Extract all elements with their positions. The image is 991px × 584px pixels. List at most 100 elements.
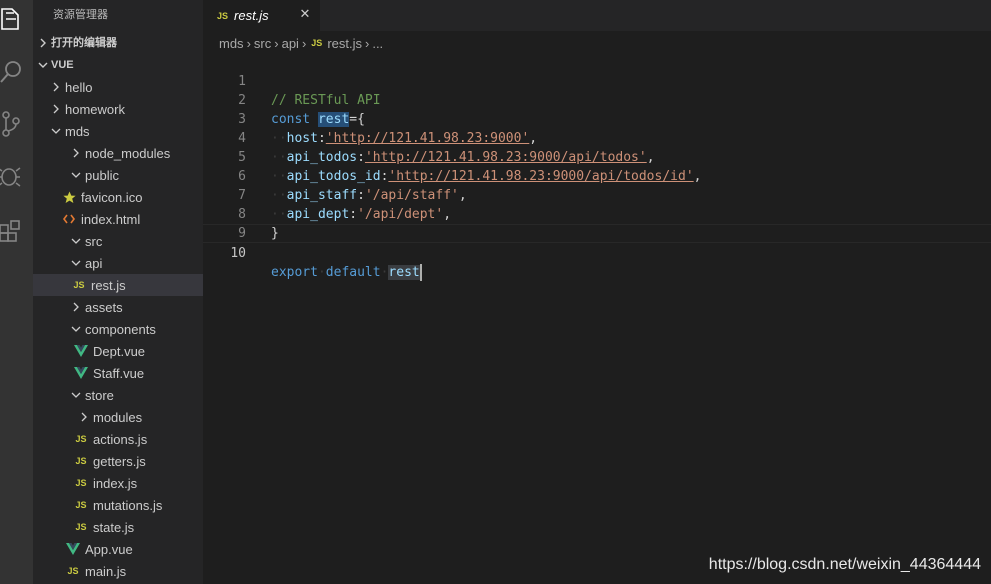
folder-item[interactable]: src — [33, 230, 203, 252]
watermark: https://blog.csdn.net/weixin_44364444 — [708, 556, 981, 573]
text-cursor — [419, 264, 422, 281]
explorer-icon[interactable] — [0, 0, 33, 40]
file-item[interactable]: favicon.ico — [33, 186, 203, 208]
source-control-icon[interactable] — [0, 104, 33, 144]
js-icon: JS — [75, 500, 87, 510]
keyword-default: default — [325, 265, 381, 280]
keyword-export: export — [271, 265, 318, 280]
tree-item-label: favicon.ico — [81, 189, 143, 205]
star-icon — [61, 191, 77, 204]
vue-icon — [73, 367, 89, 379]
breadcrumb-item-file[interactable]: rest.js — [327, 36, 362, 51]
tab-bar: JS rest.js ✕ — [203, 0, 991, 31]
js-icon: JS — [75, 456, 87, 466]
breadcrumb-item-src[interactable]: src — [254, 36, 271, 51]
chevron-down-icon — [69, 236, 83, 246]
chevron-right-icon: › — [364, 35, 370, 51]
explorer-sidebar: 资源管理器 打开的编辑器 VUE hello homework mds node_mo… — [33, 0, 203, 584]
breadcrumb-item-api[interactable]: api — [282, 36, 299, 51]
file-item[interactable]: JS index.js — [33, 472, 203, 494]
sidebar-title: 资源管理器 — [53, 9, 108, 21]
chevron-right-icon — [77, 412, 91, 422]
folder-item[interactable]: homework — [33, 98, 203, 120]
code-line: 1 // RESTful API — [203, 53, 991, 108]
tree-item-label: actions.js — [93, 431, 148, 447]
extensions-icon[interactable] — [0, 208, 33, 248]
tree-item-label: hello — [65, 79, 93, 95]
code-line: 8 } — [203, 186, 991, 241]
tree-item-label: rest.js — [91, 277, 126, 293]
close-icon[interactable]: ✕ — [298, 6, 312, 21]
tree-item-label: mutations.js — [93, 497, 163, 513]
file-item[interactable]: JS rest.js — [33, 274, 203, 296]
folder-item[interactable]: modules — [33, 406, 203, 428]
folder-item[interactable]: api — [33, 252, 203, 274]
chevron-right-icon — [49, 104, 63, 114]
folder-item[interactable]: hello — [33, 76, 203, 98]
chevron-right-icon: › — [301, 35, 307, 51]
file-item[interactable]: Staff.vue — [33, 362, 203, 384]
chevron-down-icon — [69, 170, 83, 180]
file-item[interactable]: JS state.js — [33, 516, 203, 538]
tree-item-label: mds — [65, 123, 90, 139]
js-file-icon: JS — [311, 38, 323, 48]
chevron-down-icon — [69, 324, 83, 334]
tree-item-label: state.js — [93, 519, 135, 535]
search-icon[interactable] — [0, 52, 33, 92]
file-item[interactable]: JS mutations.js — [33, 494, 203, 516]
debug-icon[interactable] — [0, 156, 33, 196]
folder-item[interactable]: assets — [33, 296, 203, 318]
breadcrumb: mds › src › api › JS rest.js › ... — [203, 31, 991, 55]
breadcrumb-more[interactable]: ... — [372, 36, 383, 51]
tab-rest-js[interactable]: JS rest.js ✕ — [203, 0, 320, 31]
code-line: 9 — [203, 205, 991, 241]
file-item[interactable]: App.vue — [33, 538, 203, 560]
tree-item-label: src — [85, 233, 103, 249]
js-icon: JS — [73, 280, 85, 290]
vue-icon — [73, 345, 89, 357]
tree-item-label: main.js — [85, 563, 127, 579]
tree-item-label: components — [85, 321, 156, 337]
chevron-right-icon — [69, 302, 83, 312]
tree-item-label: modules — [93, 409, 143, 425]
folder-item[interactable]: store — [33, 384, 203, 406]
chevron-down-icon — [69, 258, 83, 268]
html-icon — [61, 214, 77, 224]
file-item[interactable]: JS actions.js — [33, 428, 203, 450]
workspace-label: VUE — [51, 59, 74, 71]
file-item[interactable]: JS main.js — [33, 560, 203, 582]
js-icon: JS — [75, 522, 87, 532]
chevron-right-icon: › — [246, 35, 251, 51]
folder-item[interactable]: components — [33, 318, 203, 340]
code-line: 6 ··api_staff:'/api/staff', — [203, 148, 991, 203]
chevron-right-icon: › — [274, 35, 279, 51]
tree-item-label: getters.js — [93, 453, 146, 469]
tree-item-label: Dept.vue — [93, 343, 146, 359]
variable-rest: rest — [388, 265, 420, 280]
file-item[interactable]: index.html — [33, 208, 203, 230]
file-item[interactable]: Dept.vue — [33, 340, 203, 362]
vue-icon — [65, 543, 81, 555]
js-icon: JS — [75, 434, 87, 444]
chevron-right-icon — [35, 38, 51, 48]
open-editors-section[interactable]: 打开的编辑器 — [33, 32, 203, 54]
folder-item[interactable]: node_modules — [33, 142, 203, 164]
js-file-icon: JS — [217, 10, 229, 21]
tab-label: rest.js — [234, 8, 269, 23]
activity-bar — [0, 0, 33, 584]
workspace-section[interactable]: VUE — [33, 54, 203, 76]
tree-item-label: assets — [85, 299, 123, 315]
tree-item-label: api — [85, 255, 103, 271]
chevron-right-icon — [69, 148, 83, 158]
breadcrumb-item-mds[interactable]: mds — [219, 36, 244, 51]
chevron-down-icon — [35, 60, 51, 70]
folder-item[interactable]: public — [33, 164, 203, 186]
code-line: 3 ··host:'http://121.41.98.23:9000', — [203, 91, 991, 146]
code-line: 4 ··api_todos:'http://121.41.98.23:9000/… — [203, 110, 991, 165]
chevron-right-icon — [49, 82, 63, 92]
file-item[interactable]: JS getters.js — [33, 450, 203, 472]
editor-area: JS rest.js ✕ mds › src › api › JS rest.j… — [203, 0, 991, 584]
folder-item[interactable]: mds — [33, 120, 203, 142]
tree-item-label: node_modules — [85, 145, 171, 161]
chevron-down-icon — [49, 126, 63, 136]
